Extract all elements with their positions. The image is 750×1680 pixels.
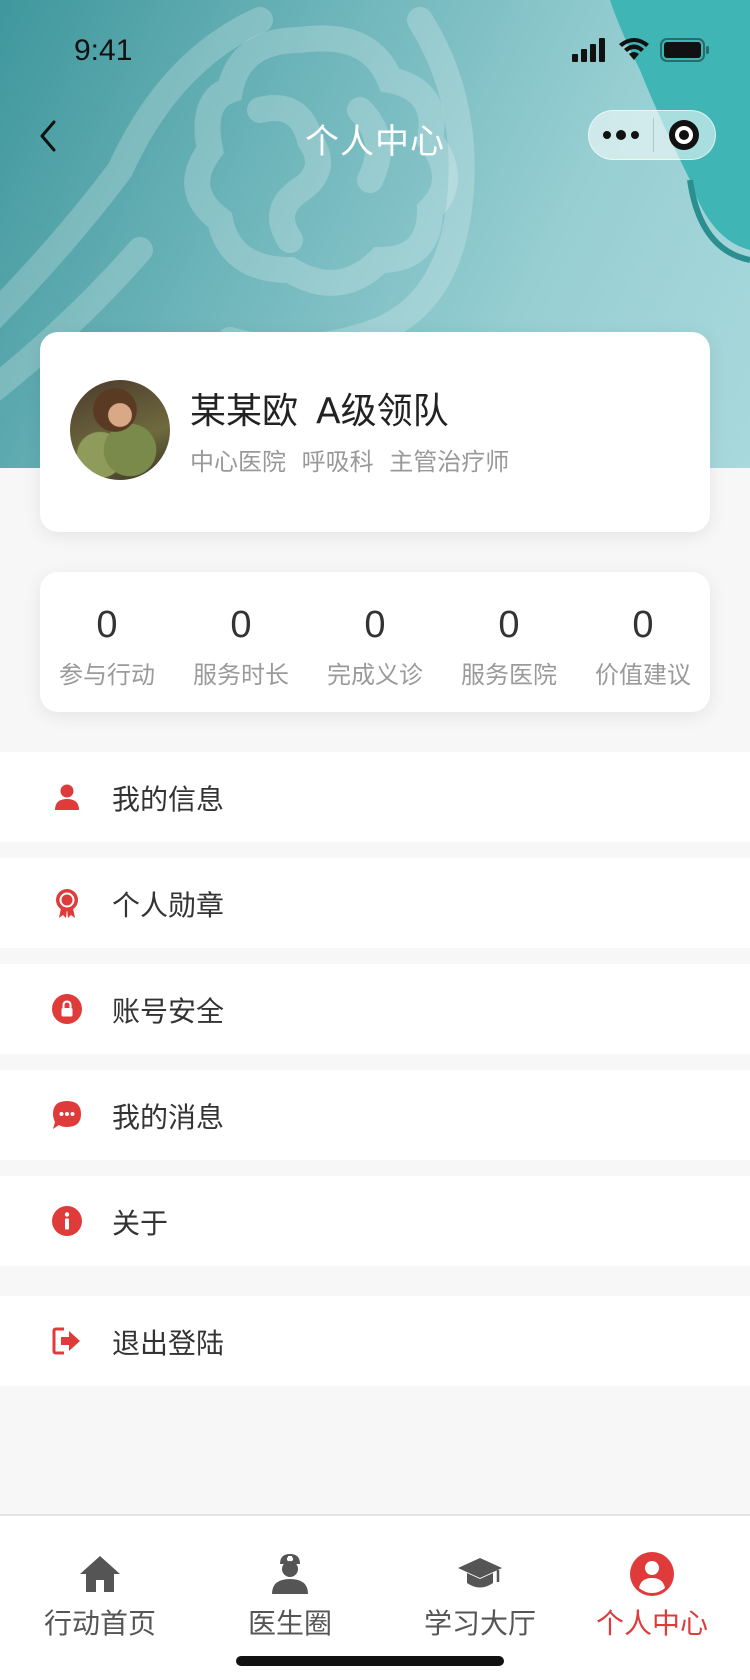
user-hospital: 中心医院 <box>190 448 286 476</box>
stat-label: 参与行动 <box>59 661 155 689</box>
message-icon <box>53 1101 81 1129</box>
stats-card: 0 参与行动 0 服务时长 0 完成义诊 0 服务医院 0 价值建议 <box>40 572 710 712</box>
menu-item-medals[interactable]: 个人勋章 <box>0 858 750 948</box>
stat-value: 0 <box>230 604 252 646</box>
user-department: 呼吸科 <box>301 448 374 476</box>
dot-icon <box>602 131 611 139</box>
nav-bar: 个人中心 <box>0 92 750 180</box>
close-mini-program-button[interactable] <box>653 110 715 160</box>
status-bar: 9:41 <box>0 0 750 88</box>
menu-item-my-info[interactable]: 我的信息 <box>0 752 750 842</box>
info-icon <box>52 1206 82 1236</box>
menu-item-label: 我的消息 <box>112 1101 225 1134</box>
user-circle-icon <box>630 1552 674 1596</box>
wifi-icon <box>619 38 649 60</box>
signal-icon <box>572 38 605 62</box>
menu-item-label: 账号安全 <box>112 995 225 1028</box>
tab-learning-hall[interactable]: 学习大厅 <box>390 1550 570 1642</box>
menu-item-label: 关于 <box>112 1207 169 1240</box>
mini-program-capsule <box>588 110 716 160</box>
menu-item-account-security[interactable]: 账号安全 <box>0 964 750 1054</box>
menu-item-messages[interactable]: 我的消息 <box>0 1070 750 1160</box>
medal-icon <box>56 889 78 918</box>
avatar[interactable] <box>70 380 170 480</box>
user-level-badge: A级领队 <box>316 391 449 432</box>
status-time: 9:41 <box>74 34 133 67</box>
menu-item-logout[interactable]: 退出登陆 <box>0 1296 750 1386</box>
graduation-cap-icon <box>458 1558 502 1588</box>
tab-personal-center[interactable]: 个人中心 <box>562 1550 742 1642</box>
stat-value: 0 <box>364 604 386 646</box>
menu-item-label: 个人勋章 <box>112 889 225 922</box>
stat-actions[interactable]: 0 参与行动 <box>40 572 174 712</box>
stat-label: 价值建议 <box>595 661 691 689</box>
tab-label: 学习大厅 <box>423 1607 536 1640</box>
stat-label: 完成义诊 <box>327 661 423 689</box>
logout-icon <box>52 1327 80 1355</box>
stat-service-hours[interactable]: 0 服务时长 <box>174 572 308 712</box>
tab-label: 行动首页 <box>43 1607 156 1640</box>
stat-value: 0 <box>498 604 520 646</box>
home-icon <box>80 1556 120 1592</box>
stat-label: 服务医院 <box>461 661 557 689</box>
tab-home[interactable]: 行动首页 <box>10 1550 190 1642</box>
stat-hospitals-served[interactable]: 0 服务医院 <box>442 572 576 712</box>
stat-value: 0 <box>96 604 118 646</box>
target-close-icon <box>669 120 700 150</box>
stat-value: 0 <box>632 604 654 646</box>
more-options-button[interactable] <box>589 110 653 160</box>
tab-label: 医生圈 <box>247 1607 332 1640</box>
menu-item-about[interactable]: 关于 <box>0 1176 750 1266</box>
battery-icon <box>660 38 709 62</box>
user-job-title: 主管治疗师 <box>389 448 510 476</box>
menu-item-label: 我的信息 <box>112 783 225 816</box>
stat-label: 服务时长 <box>193 661 289 689</box>
home-indicator <box>236 1656 504 1666</box>
doctor-icon <box>272 1554 308 1594</box>
stat-clinics-completed[interactable]: 0 完成义诊 <box>308 572 442 712</box>
dot-icon <box>630 131 639 139</box>
tab-doctor-circle[interactable]: 医生圈 <box>200 1550 380 1642</box>
tab-label: 个人中心 <box>595 1607 708 1640</box>
stat-suggestions[interactable]: 0 价值建议 <box>576 572 710 712</box>
menu-item-label: 退出登陆 <box>112 1327 225 1360</box>
dot-icon <box>615 130 626 140</box>
lock-icon <box>52 994 82 1024</box>
user-name: 某某欧 <box>190 391 299 432</box>
profile-card[interactable]: 某某欧 A级领队 中心医院 呼吸科 主管治疗师 <box>40 332 710 532</box>
person-icon <box>55 784 79 810</box>
